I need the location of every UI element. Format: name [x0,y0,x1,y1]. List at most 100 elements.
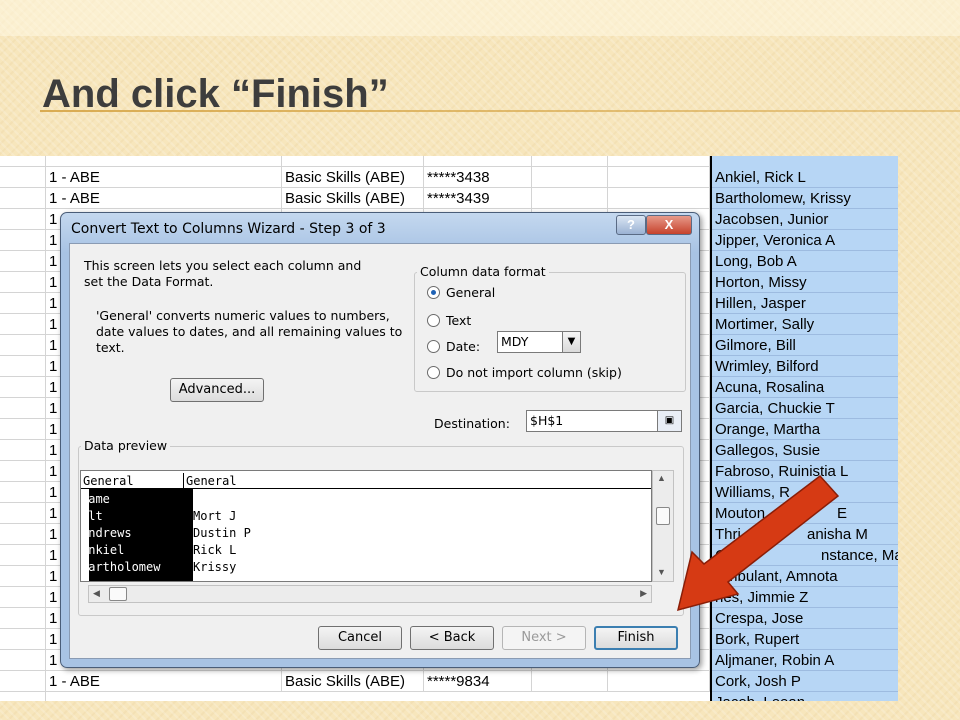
sheet-cell[interactable]: 1 - ABE [46,671,282,692]
name-cell[interactable]: Aljmaner, Robin A [712,650,898,671]
name-cell[interactable]: Williams, R [712,482,898,503]
name-cell[interactable]: Mortimer, Sally [712,314,898,335]
sheet-cell[interactable] [532,156,608,167]
radio-skip-button[interactable] [427,365,440,379]
sheet-cell[interactable]: 1 - ABE [46,188,282,209]
name-cell-fragment[interactable]: anisha M [804,524,898,545]
help-button[interactable]: ? [616,215,646,235]
name-cell[interactable]: Long, Bob A [712,251,898,272]
preview-vertical-scrollbar[interactable]: ▲ ▼ [652,470,674,582]
name-cell[interactable]: Gilmore, Bill [712,335,898,356]
radio-general[interactable]: General [427,283,495,301]
name-cell[interactable]: Crespa, Jose [712,608,898,629]
scroll-up-icon[interactable]: ▲ [657,473,666,483]
preview-cell-col2: Dustin P [193,526,251,540]
name-cell[interactable]: Orange, Martha [712,419,898,440]
destination-input[interactable]: $H$1 ▣ [526,410,682,432]
preview-cell-col1: Bartholomew [81,560,161,574]
next-button[interactable]: Next > [502,626,586,650]
dialog-title: Convert Text to Columns Wizard - Step 3 … [71,221,386,237]
name-cell[interactable]: Ankiel, Rick L [712,167,898,188]
preview-cell-col1: Ankiel [81,543,125,557]
sheet-cell[interactable]: Basic Skills (ABE) [282,671,424,692]
scroll-right-icon[interactable]: ▶ [640,588,647,599]
sheet-cell[interactable] [608,156,710,167]
top-band [0,0,960,36]
advanced-button[interactable]: Advanced... [170,378,264,402]
data-preview-label: Data preview [81,438,171,453]
sheet-cell[interactable]: *****9834 [424,671,532,692]
collapse-dialog-icon[interactable]: ▣ [657,411,681,431]
scroll-left-icon[interactable]: ◀ [93,588,100,599]
preview-horizontal-scrollbar[interactable]: ◀ ▶ [88,585,652,603]
name-cell[interactable]: Jipper, Veronica A [712,230,898,251]
sheet-row[interactable]: 1 - ABE Basic Skills (ABE) *****3438 [0,167,710,188]
preview-header-col2[interactable]: General [183,473,237,489]
close-button[interactable]: X [646,215,692,235]
general-note: 'General' converts numeric values to num… [96,308,403,355]
sheet-cell[interactable] [424,156,532,167]
preview-header: General General [81,471,651,489]
sheet-cell[interactable] [532,167,608,188]
hscroll-thumb[interactable] [109,587,127,601]
name-cell[interactable]: Horton, Missy [712,272,898,293]
sheet-cell[interactable] [608,671,710,692]
chevron-down-icon[interactable]: ▼ [562,332,580,352]
name-cell[interactable]: Hillen, Jasper [712,293,898,314]
sheet-cell[interactable]: Basic Skills (ABE) [282,167,424,188]
name-cell[interactable]: Wrimley, Bilford [712,356,898,377]
name-cell[interactable]: Bartholomew, Krissy [712,188,898,209]
preview-cell-col2: Krissy [193,560,237,574]
sheet-cell[interactable]: Basic Skills (ABE) [282,188,424,209]
name-cell[interactable]: Cork, Josh P [712,671,898,692]
name-cell[interactable]: Jacob, Leean [712,692,898,701]
back-button[interactable]: < Back [410,626,494,650]
sheet-cell[interactable]: *****3438 [424,167,532,188]
name-cell[interactable]: Bork, Rupert [712,629,898,650]
sheet-cell[interactable] [46,156,282,167]
preview-cell-col2: Mort J [193,509,237,523]
scroll-down-icon[interactable]: ▼ [657,567,666,577]
column-format-label: Column data format [417,264,549,279]
radio-general-button[interactable] [427,285,440,299]
name-cell[interactable]: Jacobsen, Junior [712,209,898,230]
radio-date[interactable]: Date: [427,337,480,355]
sheet-row[interactable]: 1 - ABE Basic Skills (ABE) *****9834 [0,671,710,692]
intro-text: This screen lets you select each column … [84,258,362,289]
name-cell-fragment[interactable]: E [834,503,898,524]
name-cell[interactable]: Fabroso, Ruinistia L [712,461,898,482]
scroll-thumb[interactable] [656,507,670,525]
sheet-cell[interactable] [532,671,608,692]
sheet-row[interactable]: 1 - ABE Basic Skills (ABE) *****3439 [0,188,710,209]
radio-text-button[interactable] [427,313,440,327]
name-cell-fragment[interactable]: nstance, Matt R [818,545,898,566]
data-preview-grid[interactable]: General General Name Alt Mort J Andrews Dust… [80,470,652,582]
preview-cell-col1: Andrews [81,526,132,540]
sheet-cell[interactable] [608,167,710,188]
sheet-cell[interactable] [282,156,424,167]
date-format-select[interactable]: MDY ▼ [497,331,581,353]
selected-name-column[interactable]: Ankiel, Rick L Bartholomew, Krissy Jacobse… [710,156,898,701]
name-cell[interactable]: Acuna, Rosalina [712,377,898,398]
destination-label: Destination: [434,416,510,431]
column-format-group: Column data format General Text Date: MD… [414,264,686,392]
preview-header-col1[interactable]: General [81,473,134,489]
sheet-cell[interactable] [608,188,710,209]
radio-date-button[interactable] [427,339,440,353]
preview-cell-col2: Rick L [193,543,237,557]
name-cell[interactable]: nes, Jimmie Z [712,587,898,608]
sheet-cell[interactable] [532,188,608,209]
name-cell[interactable]: Garcia, Chuckie T [712,398,898,419]
radio-skip[interactable]: Do not import column (skip) [427,363,622,381]
sheet-row[interactable] [0,156,710,167]
sheet-cell[interactable]: 1 - ABE [46,167,282,188]
cancel-button[interactable]: Cancel [318,626,402,650]
sheet-cell[interactable]: *****3439 [424,188,532,209]
preview-cell-col1: Name [81,492,110,506]
name-cell[interactable]: Ambulant, Amnota [712,566,898,587]
title-rule [40,110,960,112]
name-cell[interactable]: Gallegos, Susie [712,440,898,461]
radio-text[interactable]: Text [427,311,471,329]
preview-cell-col1: Alt [81,509,103,523]
finish-button[interactable]: Finish [594,626,678,650]
